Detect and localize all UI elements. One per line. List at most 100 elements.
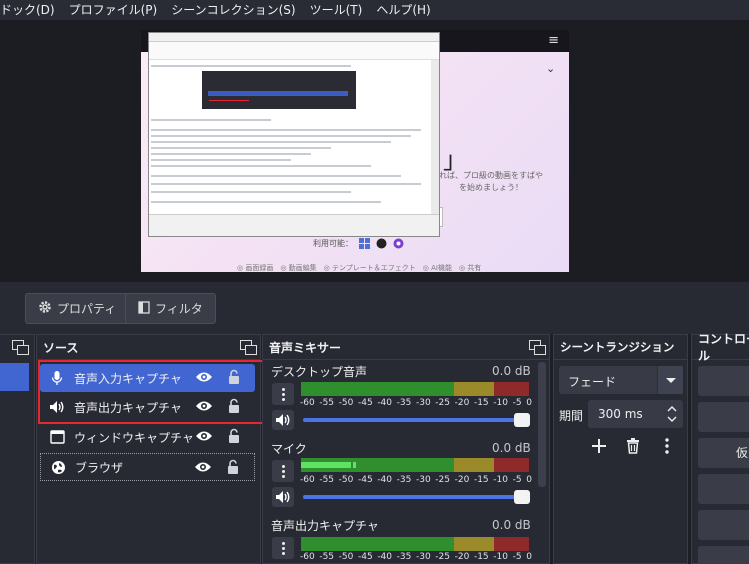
tick-label: -45 xyxy=(357,475,373,485)
menu-profile[interactable]: プロファイル(P) xyxy=(62,0,165,20)
control-button[interactable] xyxy=(698,510,749,540)
slider-knob[interactable] xyxy=(514,413,530,427)
preview-text-line: れば、プロ級の動画をすばや xyxy=(439,171,543,180)
duration-value: 300 ms xyxy=(598,407,643,421)
tick-label: -55 xyxy=(319,398,335,408)
unlock-icon[interactable] xyxy=(227,428,241,444)
tick-label: -30 xyxy=(415,475,431,485)
volume-meter xyxy=(301,458,529,472)
volume-slider[interactable] xyxy=(303,490,530,504)
menu-help[interactable]: ヘルプ(H) xyxy=(369,0,437,20)
menu-tools[interactable]: ツール(T) xyxy=(303,0,370,20)
properties-button[interactable]: プロパティ xyxy=(25,293,130,324)
captured-titlebar xyxy=(149,33,439,42)
captured-text-line xyxy=(151,201,381,203)
captured-scrollbar xyxy=(431,60,439,215)
context-bar: プロパティ フィルタ xyxy=(0,282,749,334)
meter-ticks: -60 -55 -50 -45 -40 -35 -30 -25 -20 -15 -10 -5 0 xyxy=(300,475,532,485)
menu-scene-collection[interactable]: シーンコレクション(S) xyxy=(164,0,302,20)
transitions-title-text: シーントランジション xyxy=(560,340,675,354)
tick-label: -15 xyxy=(473,552,489,562)
scene-item-selected[interactable] xyxy=(0,363,29,391)
tick-label: 0 xyxy=(526,475,532,485)
program-preview[interactable]: ≡ ⌄ 」 れば、プロ級の動画をすばや を始めましょう！ 利用可能： ◎ 画面録… xyxy=(141,30,569,272)
window-icon xyxy=(48,428,66,446)
captured-text-line xyxy=(151,165,371,167)
captured-text-line xyxy=(151,175,401,177)
mixer-channel-name: 音声出力キャプチャ xyxy=(271,519,379,533)
control-button-virtual-camera[interactable]: 仮 xyxy=(698,438,749,468)
scenes-dock xyxy=(0,334,35,564)
source-label: ウィンドウキャプチャ xyxy=(74,430,194,445)
controls-title: コントロール xyxy=(692,332,749,363)
captured-dialog xyxy=(202,71,356,109)
tick-label: -60 xyxy=(300,475,315,485)
control-button[interactable] xyxy=(698,474,749,504)
volume-meter xyxy=(301,382,529,396)
kebab-menu-icon[interactable] xyxy=(272,537,294,559)
meter-ticks: -60 -55 -50 -45 -40 -35 -30 -25 -20 -15 -10 -5 0 xyxy=(300,398,532,408)
source-item-browser[interactable]: ブラウザ xyxy=(40,453,255,481)
tick-label: -45 xyxy=(357,398,373,408)
tick-label: -35 xyxy=(396,552,412,562)
kebab-menu-icon[interactable] xyxy=(272,460,294,482)
captured-text-line xyxy=(151,153,311,155)
menubar: ドック(D) プロファイル(P) シーンコレクション(S) ツール(T) ヘルプ… xyxy=(0,0,749,20)
volume-slider[interactable] xyxy=(303,413,530,427)
tick-label: -35 xyxy=(396,475,412,485)
captured-text-line xyxy=(151,147,331,149)
tick-label: -45 xyxy=(357,552,373,562)
eye-icon[interactable] xyxy=(194,460,212,474)
tick-label: -40 xyxy=(377,552,393,562)
captured-text-line xyxy=(151,135,411,137)
mute-speaker-icon[interactable] xyxy=(272,410,294,430)
menu-dock[interactable]: ドック(D) xyxy=(0,0,62,20)
tick-label: -35 xyxy=(396,398,412,408)
mixer-channel-name: マイク xyxy=(271,442,307,456)
filters-button[interactable]: フィルタ xyxy=(125,293,216,324)
hamburger-icon: ≡ xyxy=(548,33,559,48)
tick-label: -30 xyxy=(415,398,431,408)
chevron-down-icon: ⌄ xyxy=(546,62,556,75)
windows-logo-icon xyxy=(359,238,370,249)
tick-label: -20 xyxy=(454,398,470,408)
preview-text-line: を始めましょう！ xyxy=(459,183,523,192)
captured-bottom-pane xyxy=(149,214,439,236)
captured-text-line xyxy=(151,119,271,121)
properties-label: プロパティ xyxy=(57,302,117,316)
kebab-menu-icon[interactable] xyxy=(272,383,294,405)
mixer-title: 音声ミキサー xyxy=(263,335,549,360)
kebab-menu-icon[interactable] xyxy=(656,435,678,457)
spin-arrows-icon[interactable] xyxy=(661,400,683,428)
add-icon[interactable] xyxy=(588,435,610,457)
undock-icon[interactable] xyxy=(529,340,546,355)
tick-label: -40 xyxy=(377,398,393,408)
tick-label: -60 xyxy=(300,398,315,408)
trash-icon[interactable] xyxy=(622,435,644,457)
mixer-scrollbar[interactable] xyxy=(538,362,546,487)
volume-meter xyxy=(301,537,529,551)
undock-icon[interactable] xyxy=(12,340,29,355)
unlock-icon[interactable] xyxy=(226,459,240,475)
tick-label: -10 xyxy=(493,475,508,485)
transition-select[interactable]: フェード xyxy=(559,366,683,394)
captured-text-line xyxy=(151,191,351,193)
captured-toolbar xyxy=(149,42,439,60)
controls-title-text: コントロール xyxy=(698,332,749,363)
mute-speaker-icon[interactable] xyxy=(272,487,294,507)
control-button[interactable] xyxy=(698,546,749,564)
control-button[interactable] xyxy=(698,402,749,432)
tick-label: -5 xyxy=(512,398,522,408)
chevron-down-icon[interactable] xyxy=(657,366,683,394)
eye-icon[interactable] xyxy=(195,429,213,443)
tick-label: -25 xyxy=(435,475,450,485)
undock-icon[interactable] xyxy=(240,340,257,355)
globe-icon xyxy=(49,458,67,476)
slider-knob[interactable] xyxy=(514,490,530,504)
tick-label: -25 xyxy=(435,398,450,408)
transitions-title: シーントランジション xyxy=(554,335,687,360)
duration-spinbox[interactable]: 300 ms xyxy=(588,400,683,428)
source-label: ブラウザ xyxy=(75,460,124,475)
source-item-window-capture[interactable]: ウィンドウキャプチャ xyxy=(40,423,255,451)
control-button[interactable] xyxy=(698,366,749,396)
